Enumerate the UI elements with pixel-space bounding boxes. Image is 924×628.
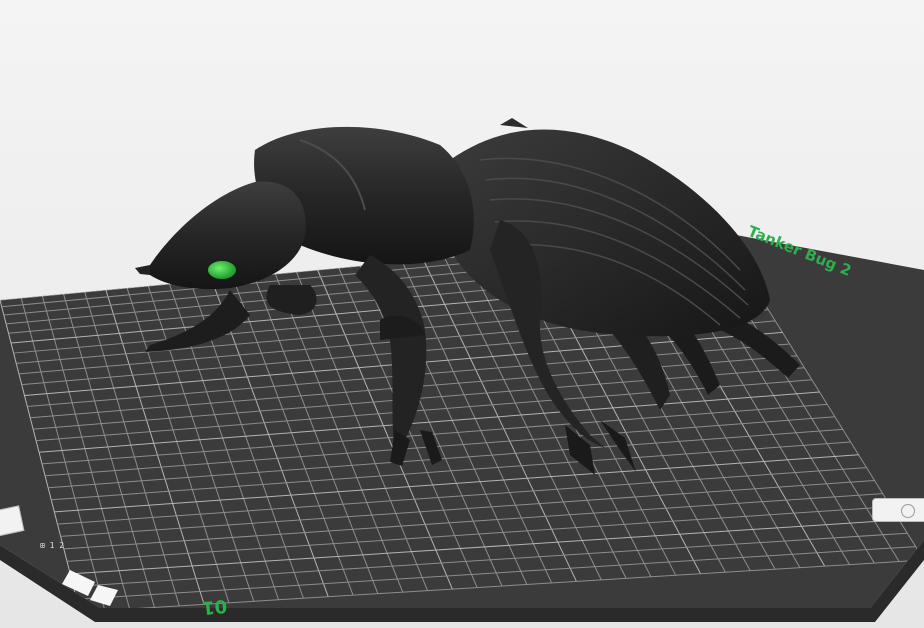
- plate-label-bottom: 01: [200, 594, 229, 619]
- build-plate: [0, 232, 924, 622]
- 3d-viewport[interactable]: [0, 0, 924, 628]
- eye-icon: [208, 261, 236, 279]
- plate-corner-badge-right: [872, 498, 924, 522]
- plate-small-mark: ⊞ 1 2: [40, 541, 65, 550]
